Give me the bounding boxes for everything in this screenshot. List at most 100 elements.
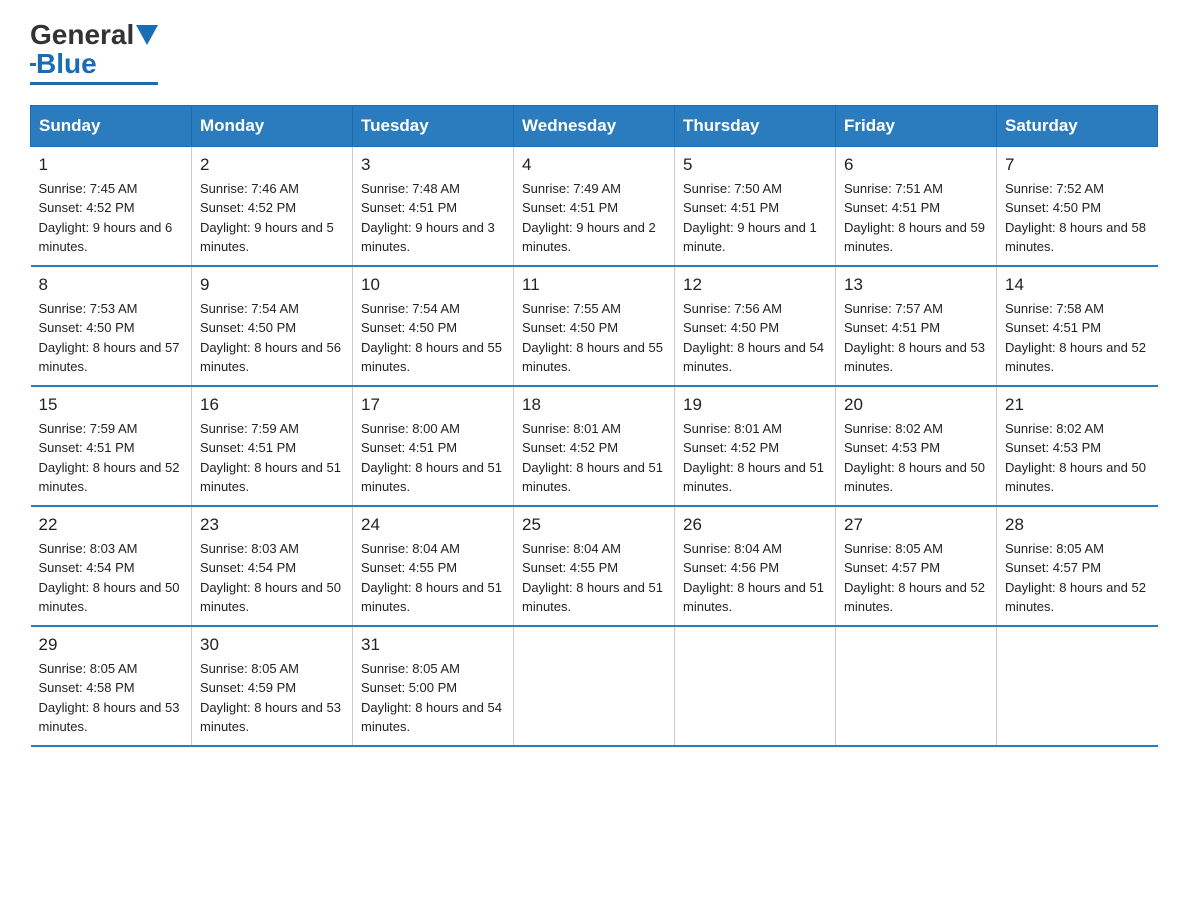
day-cell: 16 Sunrise: 7:59 AMSunset: 4:51 PMDaylig… [192, 386, 353, 506]
day-cell: 7 Sunrise: 7:52 AMSunset: 4:50 PMDayligh… [997, 146, 1158, 266]
day-number: 3 [361, 155, 505, 175]
day-number: 25 [522, 515, 666, 535]
day-info: Sunrise: 7:54 AMSunset: 4:50 PMDaylight:… [200, 299, 344, 377]
header-wednesday: Wednesday [514, 105, 675, 146]
day-info: Sunrise: 8:03 AMSunset: 4:54 PMDaylight:… [200, 539, 344, 617]
logo-general: General [30, 20, 134, 51]
day-info: Sunrise: 8:00 AMSunset: 4:51 PMDaylight:… [361, 419, 505, 497]
day-info: Sunrise: 8:04 AMSunset: 4:55 PMDaylight:… [361, 539, 505, 617]
day-cell: 15 Sunrise: 7:59 AMSunset: 4:51 PMDaylig… [31, 386, 192, 506]
day-number: 31 [361, 635, 505, 655]
day-info: Sunrise: 7:50 AMSunset: 4:51 PMDaylight:… [683, 179, 827, 257]
day-info: Sunrise: 7:48 AMSunset: 4:51 PMDaylight:… [361, 179, 505, 257]
day-number: 17 [361, 395, 505, 415]
day-cell [514, 626, 675, 746]
header-sunday: Sunday [31, 105, 192, 146]
logo-blue: Blue [36, 49, 97, 80]
day-number: 20 [844, 395, 988, 415]
day-info: Sunrise: 8:01 AMSunset: 4:52 PMDaylight:… [683, 419, 827, 497]
week-row-3: 15 Sunrise: 7:59 AMSunset: 4:51 PMDaylig… [31, 386, 1158, 506]
day-cell: 19 Sunrise: 8:01 AMSunset: 4:52 PMDaylig… [675, 386, 836, 506]
day-number: 16 [200, 395, 344, 415]
day-cell [836, 626, 997, 746]
day-number: 8 [39, 275, 184, 295]
day-info: Sunrise: 7:45 AMSunset: 4:52 PMDaylight:… [39, 179, 184, 257]
day-cell: 12 Sunrise: 7:56 AMSunset: 4:50 PMDaylig… [675, 266, 836, 386]
day-number: 5 [683, 155, 827, 175]
day-info: Sunrise: 8:05 AMSunset: 4:58 PMDaylight:… [39, 659, 184, 737]
day-info: Sunrise: 8:01 AMSunset: 4:52 PMDaylight:… [522, 419, 666, 497]
header-thursday: Thursday [675, 105, 836, 146]
week-row-2: 8 Sunrise: 7:53 AMSunset: 4:50 PMDayligh… [31, 266, 1158, 386]
logo-underline [30, 82, 158, 85]
day-cell: 26 Sunrise: 8:04 AMSunset: 4:56 PMDaylig… [675, 506, 836, 626]
day-number: 26 [683, 515, 827, 535]
day-number: 22 [39, 515, 184, 535]
day-number: 7 [1005, 155, 1150, 175]
day-info: Sunrise: 7:46 AMSunset: 4:52 PMDaylight:… [200, 179, 344, 257]
day-cell: 1 Sunrise: 7:45 AMSunset: 4:52 PMDayligh… [31, 146, 192, 266]
day-info: Sunrise: 7:53 AMSunset: 4:50 PMDaylight:… [39, 299, 184, 377]
header-saturday: Saturday [997, 105, 1158, 146]
day-number: 29 [39, 635, 184, 655]
day-number: 18 [522, 395, 666, 415]
day-info: Sunrise: 7:49 AMSunset: 4:51 PMDaylight:… [522, 179, 666, 257]
day-info: Sunrise: 7:52 AMSunset: 4:50 PMDaylight:… [1005, 179, 1150, 257]
day-info: Sunrise: 8:05 AMSunset: 4:57 PMDaylight:… [844, 539, 988, 617]
day-number: 14 [1005, 275, 1150, 295]
day-info: Sunrise: 7:58 AMSunset: 4:51 PMDaylight:… [1005, 299, 1150, 377]
day-info: Sunrise: 8:02 AMSunset: 4:53 PMDaylight:… [844, 419, 988, 497]
day-number: 10 [361, 275, 505, 295]
week-row-5: 29 Sunrise: 8:05 AMSunset: 4:58 PMDaylig… [31, 626, 1158, 746]
day-cell [675, 626, 836, 746]
day-cell: 13 Sunrise: 7:57 AMSunset: 4:51 PMDaylig… [836, 266, 997, 386]
day-cell: 9 Sunrise: 7:54 AMSunset: 4:50 PMDayligh… [192, 266, 353, 386]
day-cell [997, 626, 1158, 746]
day-number: 9 [200, 275, 344, 295]
day-cell: 23 Sunrise: 8:03 AMSunset: 4:54 PMDaylig… [192, 506, 353, 626]
day-number: 28 [1005, 515, 1150, 535]
day-info: Sunrise: 8:03 AMSunset: 4:54 PMDaylight:… [39, 539, 184, 617]
day-cell: 3 Sunrise: 7:48 AMSunset: 4:51 PMDayligh… [353, 146, 514, 266]
day-info: Sunrise: 7:59 AMSunset: 4:51 PMDaylight:… [39, 419, 184, 497]
day-info: Sunrise: 8:05 AMSunset: 4:57 PMDaylight:… [1005, 539, 1150, 617]
day-number: 23 [200, 515, 344, 535]
day-info: Sunrise: 7:57 AMSunset: 4:51 PMDaylight:… [844, 299, 988, 377]
page-header: General Blue [30, 20, 1158, 85]
day-cell: 2 Sunrise: 7:46 AMSunset: 4:52 PMDayligh… [192, 146, 353, 266]
day-number: 21 [1005, 395, 1150, 415]
day-cell: 22 Sunrise: 8:03 AMSunset: 4:54 PMDaylig… [31, 506, 192, 626]
day-cell: 6 Sunrise: 7:51 AMSunset: 4:51 PMDayligh… [836, 146, 997, 266]
day-cell: 4 Sunrise: 7:49 AMSunset: 4:51 PMDayligh… [514, 146, 675, 266]
day-cell: 10 Sunrise: 7:54 AMSunset: 4:50 PMDaylig… [353, 266, 514, 386]
day-info: Sunrise: 8:04 AMSunset: 4:56 PMDaylight:… [683, 539, 827, 617]
day-cell: 17 Sunrise: 8:00 AMSunset: 4:51 PMDaylig… [353, 386, 514, 506]
header-monday: Monday [192, 105, 353, 146]
day-cell: 28 Sunrise: 8:05 AMSunset: 4:57 PMDaylig… [997, 506, 1158, 626]
header-tuesday: Tuesday [353, 105, 514, 146]
day-cell: 18 Sunrise: 8:01 AMSunset: 4:52 PMDaylig… [514, 386, 675, 506]
day-cell: 21 Sunrise: 8:02 AMSunset: 4:53 PMDaylig… [997, 386, 1158, 506]
day-number: 30 [200, 635, 344, 655]
logo: General Blue [30, 20, 158, 85]
day-cell: 31 Sunrise: 8:05 AMSunset: 5:00 PMDaylig… [353, 626, 514, 746]
day-number: 2 [200, 155, 344, 175]
day-info: Sunrise: 7:59 AMSunset: 4:51 PMDaylight:… [200, 419, 344, 497]
week-row-1: 1 Sunrise: 7:45 AMSunset: 4:52 PMDayligh… [31, 146, 1158, 266]
day-cell: 14 Sunrise: 7:58 AMSunset: 4:51 PMDaylig… [997, 266, 1158, 386]
day-cell: 8 Sunrise: 7:53 AMSunset: 4:50 PMDayligh… [31, 266, 192, 386]
day-number: 13 [844, 275, 988, 295]
day-cell: 20 Sunrise: 8:02 AMSunset: 4:53 PMDaylig… [836, 386, 997, 506]
week-row-4: 22 Sunrise: 8:03 AMSunset: 4:54 PMDaylig… [31, 506, 1158, 626]
day-number: 11 [522, 275, 666, 295]
day-info: Sunrise: 7:56 AMSunset: 4:50 PMDaylight:… [683, 299, 827, 377]
day-info: Sunrise: 8:04 AMSunset: 4:55 PMDaylight:… [522, 539, 666, 617]
logo-triangle-icon [136, 25, 158, 45]
day-number: 12 [683, 275, 827, 295]
day-cell: 30 Sunrise: 8:05 AMSunset: 4:59 PMDaylig… [192, 626, 353, 746]
day-number: 4 [522, 155, 666, 175]
day-info: Sunrise: 8:05 AMSunset: 4:59 PMDaylight:… [200, 659, 344, 737]
day-info: Sunrise: 8:02 AMSunset: 4:53 PMDaylight:… [1005, 419, 1150, 497]
day-number: 27 [844, 515, 988, 535]
calendar-header-row: SundayMondayTuesdayWednesdayThursdayFrid… [31, 105, 1158, 146]
